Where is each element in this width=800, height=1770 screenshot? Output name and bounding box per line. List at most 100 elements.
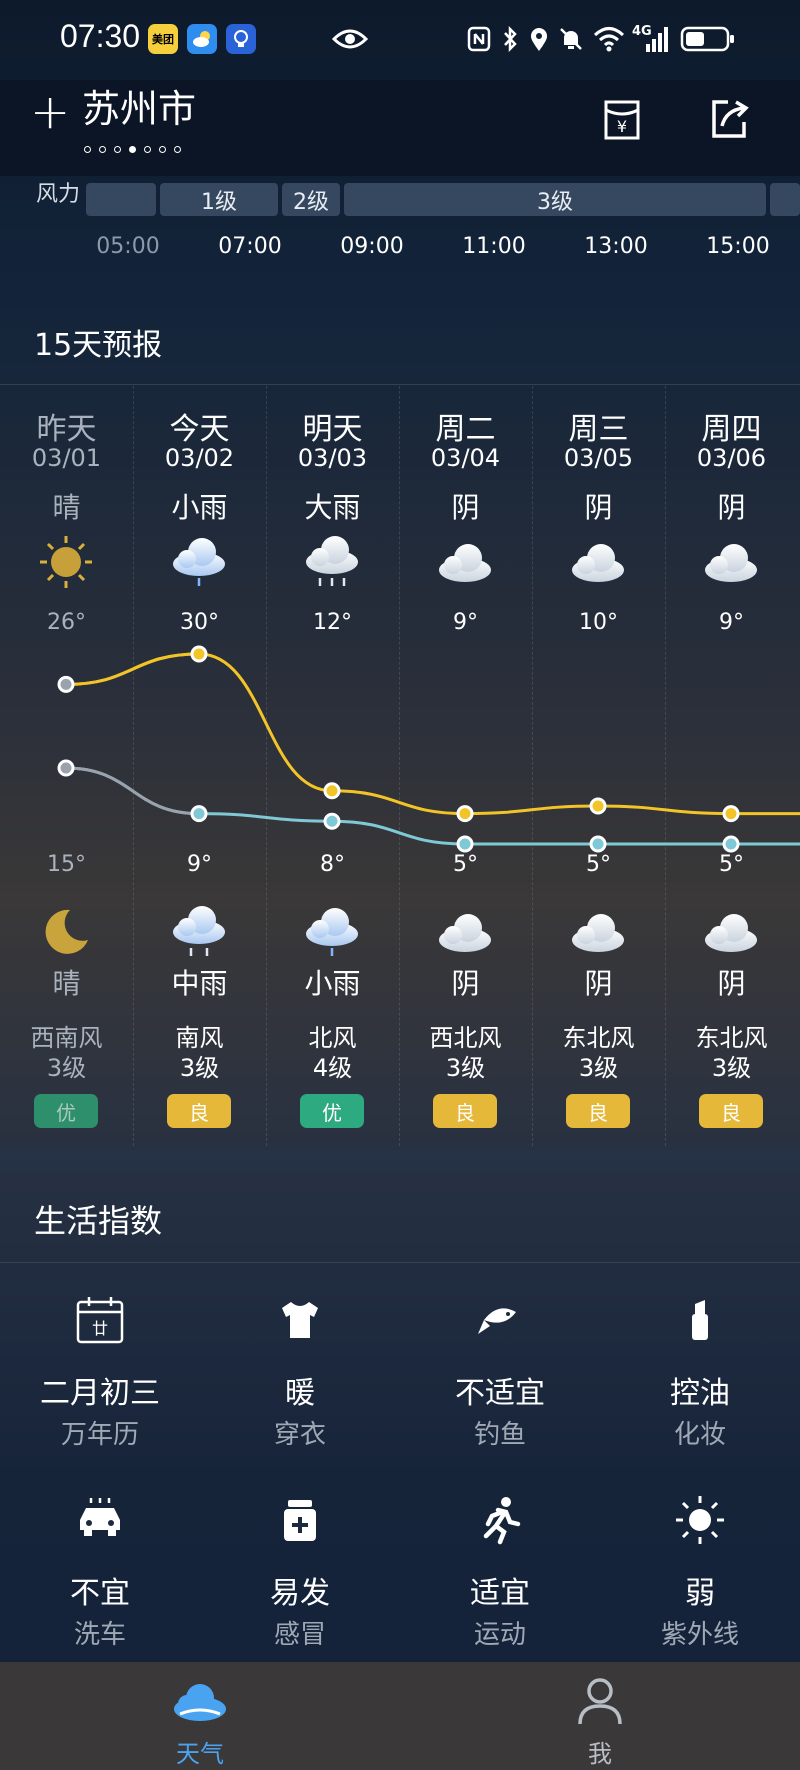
mute-icon	[556, 22, 586, 56]
svg-text:¥: ¥	[617, 117, 627, 136]
overcast-icon	[701, 534, 761, 590]
page-dot	[114, 146, 121, 153]
low-temp-point	[456, 835, 474, 853]
share-icon	[712, 100, 749, 138]
night-weather: 晴	[52, 967, 81, 1000]
day-date: 03/02	[164, 444, 235, 472]
bottom-nav: 天气 我	[0, 1662, 800, 1770]
life-index-value: 二月初三	[40, 1376, 160, 1411]
life-index-item[interactable]: 弱紫外线	[600, 1470, 800, 1670]
tshirt-icon	[274, 1294, 326, 1346]
forecast-divider	[0, 384, 800, 385]
light-rain-icon	[169, 534, 229, 590]
add-city-button[interactable]: +	[30, 88, 70, 136]
life-index-title: 生活指数	[34, 1202, 163, 1240]
page-dot	[144, 146, 151, 153]
life-index-item[interactable]: 不适宜 钓鱼	[400, 1270, 600, 1470]
tab-weather[interactable]: 天气	[0, 1662, 400, 1770]
high-temp-point	[190, 645, 208, 663]
wind-hour: 15:00	[706, 234, 770, 259]
life-index-value: 控油	[670, 1376, 730, 1411]
day-name: 周四	[701, 412, 762, 447]
share-button[interactable]	[706, 96, 752, 142]
life-index-item[interactable]: 控油 化妆	[600, 1270, 800, 1470]
signal-4g-icon: 4G	[632, 22, 670, 56]
wind-level: 3级	[711, 1054, 752, 1082]
fishing-icon	[474, 1294, 526, 1346]
life-index-value: 暖	[285, 1376, 315, 1411]
city-name[interactable]: 苏州市	[82, 90, 196, 128]
day-weather: 晴	[52, 491, 81, 524]
wind-level-segment	[770, 183, 800, 216]
life-index-item[interactable]: 廿二月初三 万年历	[0, 1270, 200, 1470]
life-index-value: 弱	[685, 1576, 715, 1611]
night-weather: 阴	[717, 967, 746, 1000]
wind-hour: 09:00	[340, 234, 404, 259]
life-index-item[interactable]: 适宜 运动	[400, 1470, 600, 1670]
temperature-chart	[57, 645, 800, 853]
high-temp-line	[65, 652, 800, 816]
wind-level: 3级	[179, 1054, 220, 1082]
wallet-yuan-icon: ¥	[604, 100, 640, 140]
life-index-name: 钓鱼	[473, 1420, 526, 1450]
page-dot-active	[129, 146, 136, 153]
cosmetics-icon	[674, 1294, 726, 1346]
header: + 苏州市 ¥	[0, 80, 800, 176]
life-index-name: 运动	[473, 1620, 526, 1650]
day-weather: 阴	[451, 491, 480, 524]
night-weather: 小雨	[304, 967, 361, 1000]
calendar-icon: 廿	[74, 1294, 126, 1346]
aqi-badge: 优	[300, 1094, 364, 1128]
wallet-button[interactable]: ¥	[600, 96, 646, 142]
tab-me[interactable]: 我	[400, 1662, 800, 1770]
uv-sun-icon	[674, 1494, 726, 1546]
low-temp-line	[65, 766, 800, 846]
heavy-rain-icon	[302, 534, 362, 590]
car-wash-icon	[74, 1494, 126, 1546]
life-index-name: 紫外线	[660, 1620, 739, 1650]
aqi-badge: 良	[699, 1094, 763, 1128]
overcast-icon	[435, 534, 495, 590]
moderate-rain-icon	[169, 904, 229, 960]
night-weather: 中雨	[171, 967, 228, 1000]
aqi-badge: 良	[167, 1094, 231, 1128]
wind-level: 3级	[46, 1054, 87, 1082]
wind-level: 3级	[445, 1054, 486, 1082]
life-index-value: 适宜	[470, 1576, 530, 1611]
day-name: 明天	[302, 412, 363, 447]
day-date: 03/05	[563, 444, 634, 472]
day-name: 周三	[568, 412, 629, 447]
location-icon	[526, 22, 552, 56]
life-index-divider	[0, 1262, 800, 1263]
life-index-value: 不适宜	[455, 1376, 545, 1411]
wind-level-segment: 3级	[344, 183, 766, 216]
life-index-value: 不宜	[70, 1576, 130, 1611]
forecast-title: 15天预报	[34, 328, 163, 363]
day-weather: 阴	[584, 491, 613, 524]
running-icon	[474, 1494, 526, 1546]
page-dot	[84, 146, 91, 153]
wind-level: 4级	[312, 1054, 353, 1082]
status-bar: 07:30 美团 4G	[0, 0, 800, 80]
low-temp-line-past	[65, 766, 200, 816]
low-temp-point	[190, 805, 208, 823]
bluetooth-icon	[498, 22, 522, 56]
day-name: 今天	[169, 412, 230, 447]
life-index-item[interactable]: 不宜 洗车	[0, 1470, 200, 1670]
wind-level-segment	[86, 183, 156, 216]
low-temp-point	[722, 835, 740, 853]
night-weather: 阴	[584, 967, 613, 1000]
life-index-value: 易发	[270, 1576, 330, 1611]
life-index-item[interactable]: 暖穿衣	[200, 1270, 400, 1470]
day-name: 昨天	[36, 412, 97, 447]
life-index-item[interactable]: 易发 感冒	[200, 1470, 400, 1670]
day-weather: 小雨	[171, 491, 228, 524]
overcast-icon	[568, 534, 628, 590]
page-dot	[174, 146, 181, 153]
person-icon	[578, 1678, 622, 1725]
wind-hour: 11:00	[462, 234, 526, 259]
overcast-icon	[568, 904, 628, 960]
wind-strip[interactable]: 风力 1级 2级 3级 05:00 07:00 09:00 11:00 13:0…	[0, 176, 800, 272]
overcast-icon	[435, 904, 495, 960]
page-dot	[159, 146, 166, 153]
